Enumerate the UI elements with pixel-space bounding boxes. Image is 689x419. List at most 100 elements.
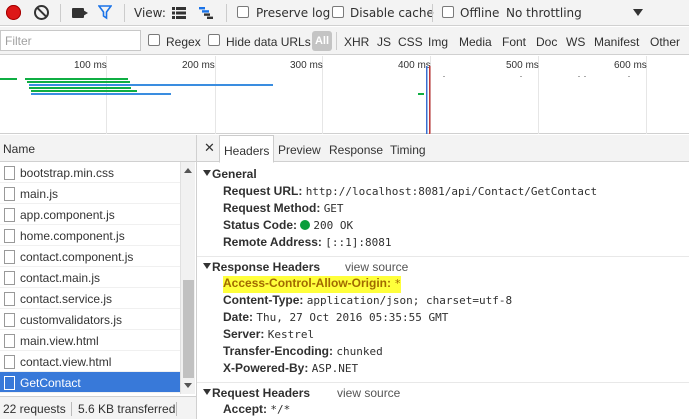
file-icon (4, 166, 15, 180)
header-key: Server: (223, 327, 265, 341)
timeline-bars (0, 66, 630, 134)
expand-triangle-icon[interactable] (203, 263, 211, 269)
tab-response[interactable]: Response (325, 135, 387, 162)
type-filter-other[interactable]: Other (650, 35, 680, 49)
offline-checkbox[interactable] (442, 6, 454, 18)
disable-cache-label: Disable cache (350, 6, 434, 20)
header-value: */* (270, 403, 291, 416)
file-icon (4, 208, 15, 222)
type-filter-ws[interactable]: WS (566, 35, 585, 49)
request-name: contact.service.js (20, 292, 113, 306)
transfer-size: 5.6 KB transferred (78, 402, 176, 416)
request-row[interactable]: contact.view.html (0, 351, 180, 372)
response-headers-section-header[interactable]: Response Headers view source (197, 256, 689, 275)
file-icon (4, 292, 15, 306)
request-row[interactable]: app.component.js (0, 204, 180, 225)
record-icon[interactable] (6, 5, 21, 20)
request-row[interactable]: contact.main.js (0, 267, 180, 288)
type-filter-font[interactable]: Font (502, 35, 526, 49)
request-list: bootstrap.min.css main.js app.component.… (0, 162, 180, 394)
filter-divider (336, 32, 337, 50)
file-icon (4, 355, 15, 369)
file-icon (4, 229, 15, 243)
name-column-header[interactable]: Name (0, 135, 196, 162)
toolbar-divider (432, 4, 433, 22)
expand-triangle-icon[interactable] (203, 389, 211, 395)
header-row-remote-address: Remote Address: [::1]:8081 (223, 235, 392, 252)
type-filter-js[interactable]: JS (377, 35, 391, 49)
type-filter-img[interactable]: Img (428, 35, 448, 49)
regex-checkbox[interactable] (148, 34, 160, 46)
view-source-link[interactable]: view source (345, 260, 408, 274)
status-divider (176, 402, 177, 416)
file-icon (4, 271, 15, 285)
preserve-log-label: Preserve log (256, 6, 331, 20)
request-row[interactable]: contact.service.js (0, 288, 180, 309)
preserve-log-checkbox[interactable] (237, 6, 249, 18)
type-filter-doc[interactable]: Doc (536, 35, 557, 49)
type-filter-manifest[interactable]: Manifest (594, 35, 639, 49)
timeline-overview[interactable]: 100 ms 200 ms 300 ms 400 ms 500 ms 600 m… (0, 56, 689, 134)
request-row-selected[interactable]: GetContact (0, 372, 180, 393)
tab-timing[interactable]: Timing (386, 135, 430, 162)
toolbar-divider (226, 4, 227, 22)
request-row[interactable]: main.view.html (0, 330, 180, 351)
header-value: Kestrel (267, 328, 315, 341)
clear-icon[interactable] (34, 5, 49, 20)
large-rows-icon[interactable] (172, 7, 186, 19)
expand-triangle-icon[interactable] (203, 170, 211, 176)
header-key: Request URL: (223, 184, 303, 198)
disable-cache-checkbox[interactable] (332, 6, 344, 18)
type-filter-all[interactable]: All (312, 31, 332, 51)
request-name: app.component.js (20, 208, 115, 222)
header-row-server: Server: Kestrel (223, 327, 314, 344)
network-toolbar: View: Preserve log Disable cache Offline… (0, 0, 689, 26)
header-value: Thu, 27 Oct 2016 05:35:55 GMT (256, 311, 449, 324)
request-row[interactable]: main.js (0, 183, 180, 204)
header-value: GET (323, 202, 344, 215)
camera-icon[interactable] (72, 8, 88, 18)
filter-input[interactable] (0, 30, 141, 51)
tab-headers[interactable]: Headers (219, 135, 275, 163)
file-icon (4, 187, 15, 201)
close-icon[interactable]: ✕ (204, 141, 215, 156)
request-row[interactable]: contact.component.js (0, 246, 180, 267)
type-filter-css[interactable]: CSS (398, 35, 423, 49)
overview-waterfall-icon[interactable] (199, 7, 213, 19)
headers-panel: General Request URL: http://localhost:80… (197, 162, 689, 419)
toolbar-divider (124, 4, 125, 22)
header-key: Content-Type: (223, 293, 304, 307)
scrollbar-thumb[interactable] (183, 280, 194, 378)
scroll-down-icon[interactable] (184, 383, 192, 388)
type-filter-xhr[interactable]: XHR (344, 35, 369, 49)
type-filter-media[interactable]: Media (459, 35, 492, 49)
file-icon (4, 250, 15, 264)
header-key: X-Powered-By: (223, 361, 309, 375)
general-section-header[interactable]: General (197, 164, 689, 183)
request-name: bootstrap.min.css (20, 166, 115, 180)
header-row-transfer-encoding: Transfer-Encoding: chunked (223, 344, 383, 361)
file-icon (4, 334, 15, 348)
request-headers-section-header[interactable]: Request Headers view source (197, 382, 689, 401)
tab-preview[interactable]: Preview (274, 135, 325, 162)
hide-data-urls-label: Hide data URLs (226, 35, 311, 49)
request-row[interactable]: customvalidators.js (0, 309, 180, 330)
header-row-x-powered-by: X-Powered-By: ASP.NET (223, 361, 358, 378)
name-column-label: Name (3, 142, 36, 156)
status-ok-icon (300, 220, 311, 230)
scroll-up-icon[interactable] (184, 168, 192, 173)
file-icon (4, 376, 15, 390)
chevron-down-icon[interactable] (633, 9, 643, 16)
request-row[interactable]: bootstrap.min.css (0, 162, 180, 183)
header-value: http://localhost:8081/api/Contact/GetCon… (305, 185, 598, 198)
request-row[interactable]: home.component.js (0, 225, 180, 246)
request-name: customvalidators.js (20, 313, 123, 327)
view-source-link[interactable]: view source (337, 386, 400, 400)
hide-data-urls-checkbox[interactable] (208, 34, 220, 46)
file-icon (4, 313, 15, 327)
header-key: Remote Address: (223, 235, 322, 249)
throttling-select[interactable]: No throttling (506, 6, 582, 20)
request-list-scrollbar[interactable] (180, 162, 195, 394)
header-row-access-control-allow-origin: Access-Control-Allow-Origin: * (223, 276, 401, 293)
filter-icon[interactable] (98, 5, 112, 20)
